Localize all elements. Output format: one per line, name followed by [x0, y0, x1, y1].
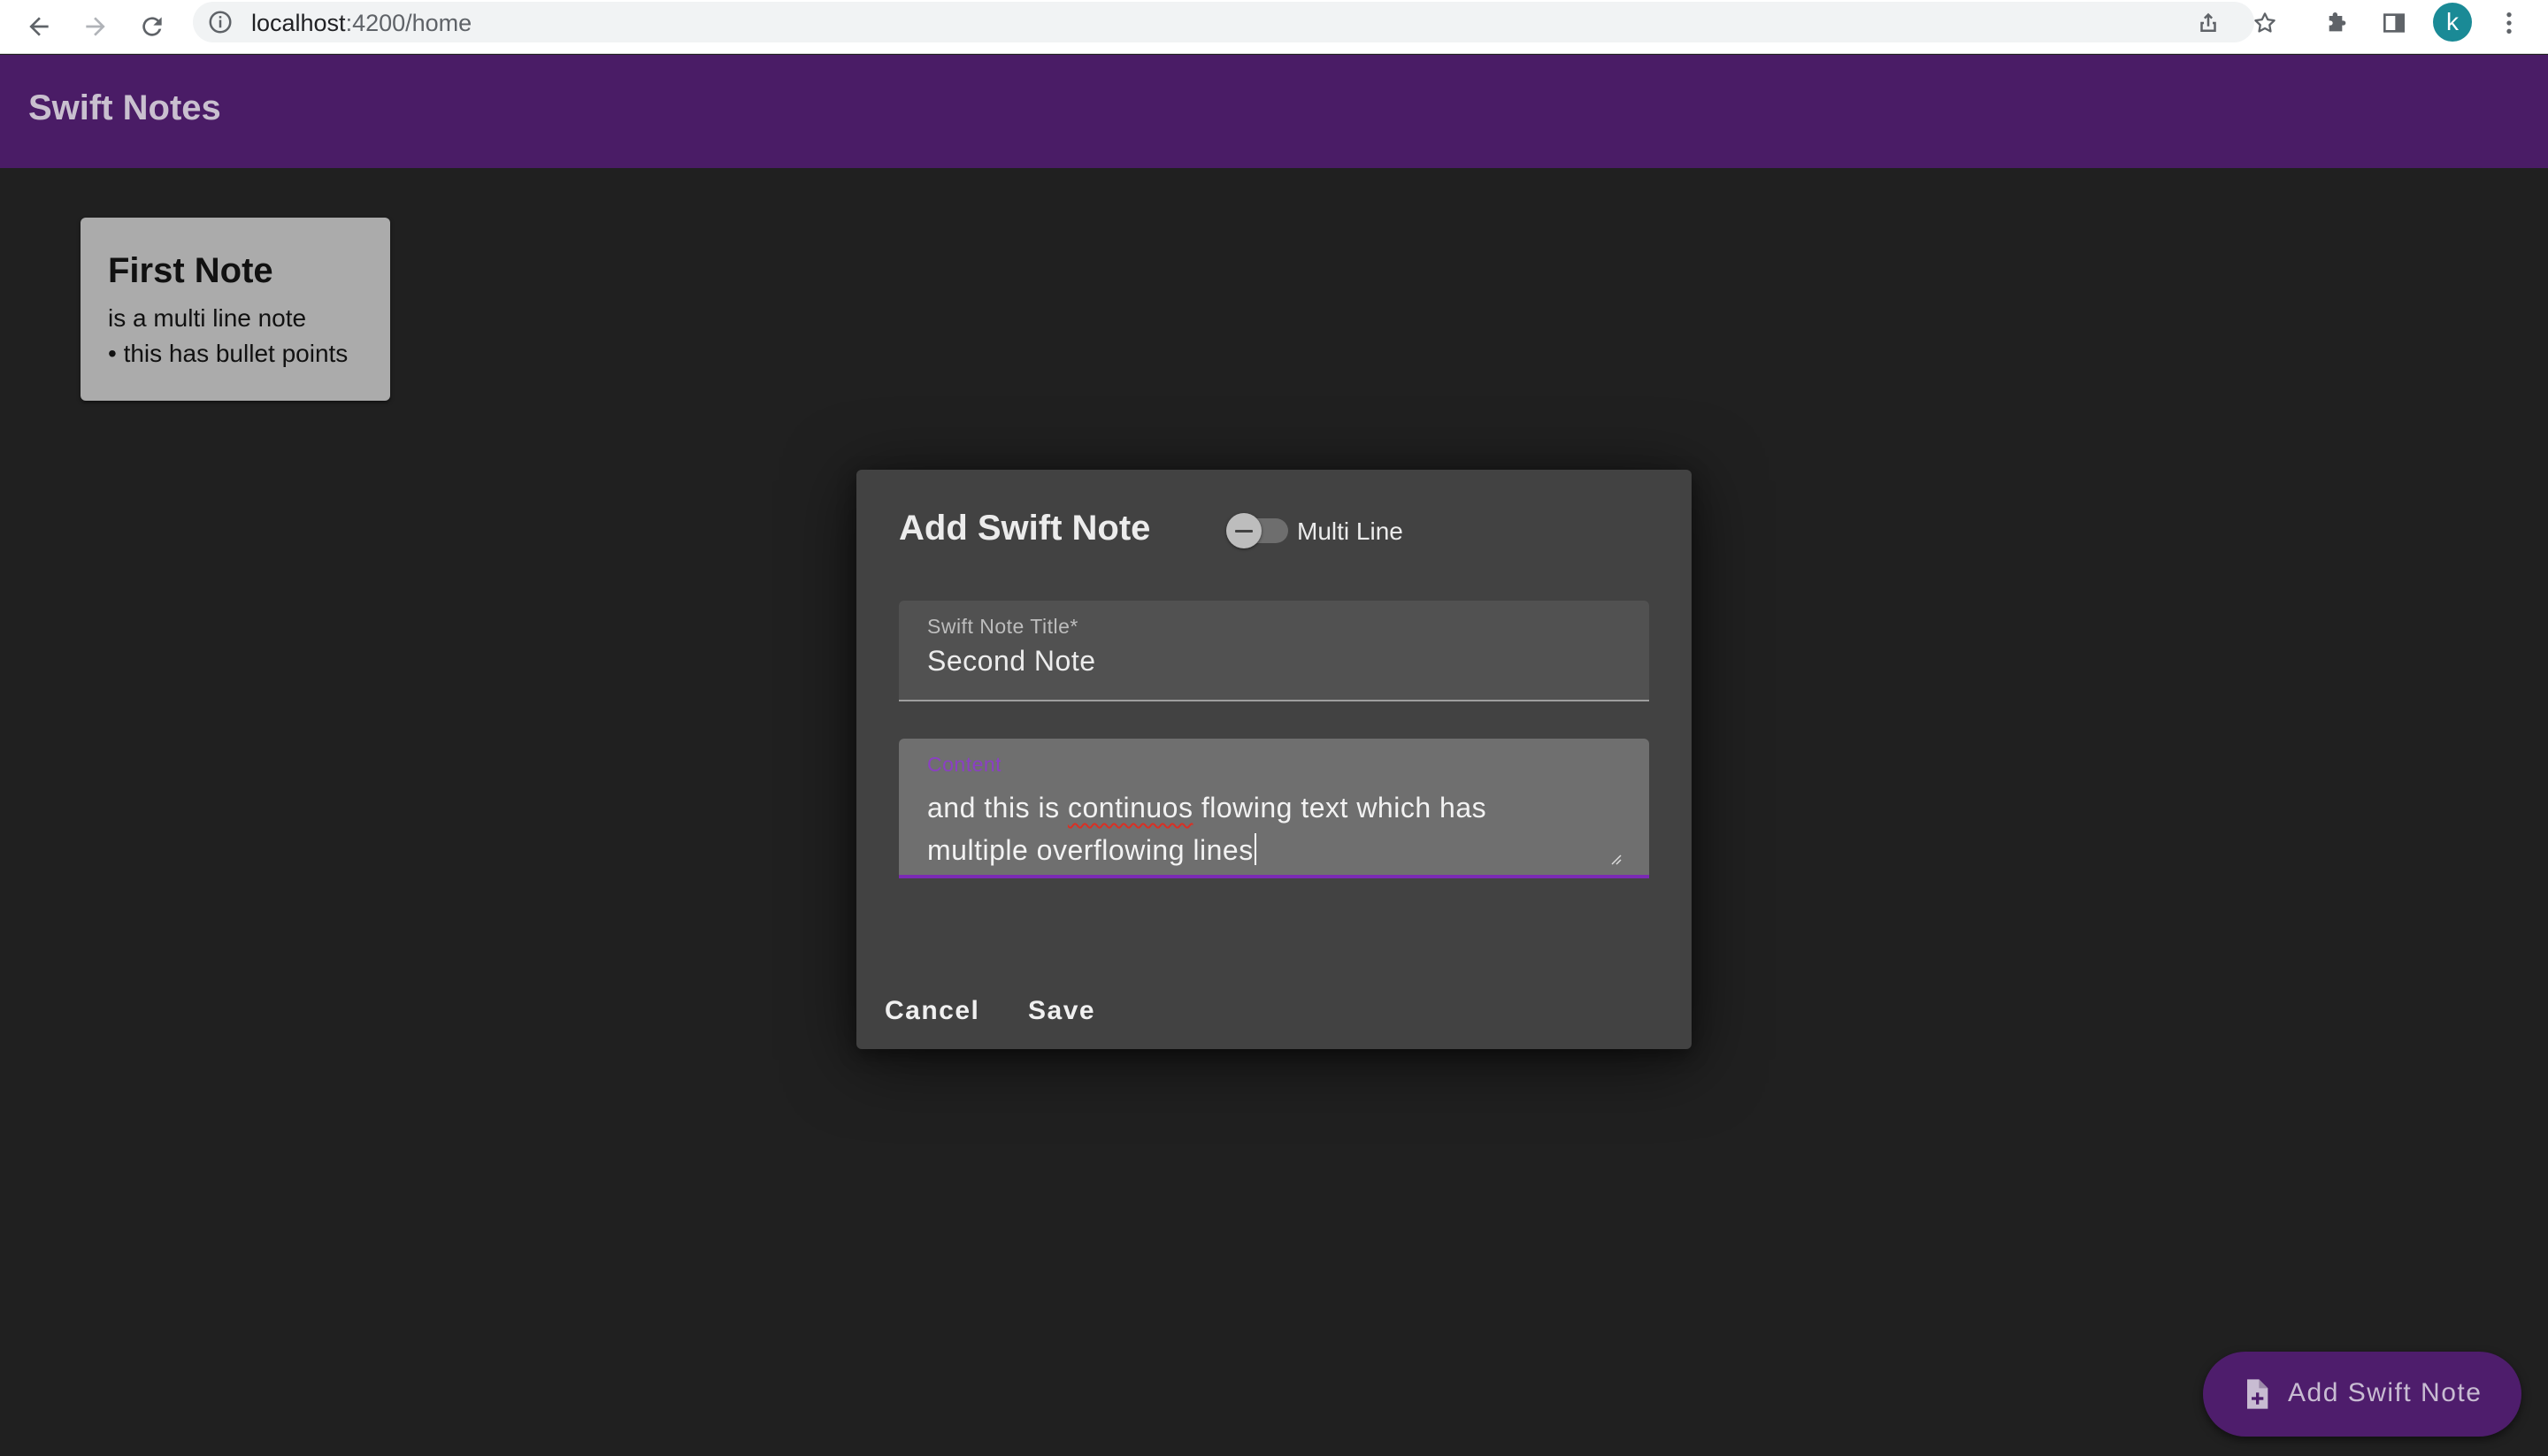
- note-content-label: Content: [927, 753, 1002, 776]
- side-panel-icon: [2383, 13, 2405, 33]
- share-icon: [2200, 12, 2216, 32]
- cancel-button[interactable]: Cancel: [871, 983, 994, 1039]
- resize-handle-icon[interactable]: [1608, 852, 1623, 866]
- note-line: • this has bullet points: [108, 340, 349, 367]
- bookmark-star-icon: [2254, 12, 2276, 33]
- site-info-icon[interactable]: [207, 9, 234, 35]
- reload-icon: [142, 17, 162, 36]
- multi-line-label[interactable]: Multi Line: [1297, 517, 1403, 546]
- dialog-title: Add Swift Note: [899, 509, 1151, 548]
- content-text: multiple overflowing lines: [927, 834, 1254, 866]
- content-text: and this is: [927, 792, 1068, 824]
- share-button[interactable]: [2191, 5, 2226, 41]
- back-arrow-icon: [29, 17, 49, 36]
- note-content-field[interactable]: Content and this is continuos flowing te…: [899, 739, 1649, 878]
- url-path: :4200/home: [345, 10, 472, 36]
- url-host: localhost: [251, 10, 346, 36]
- note-content-textarea[interactable]: and this is continuos flowing text which…: [927, 786, 1608, 871]
- back-button[interactable]: [18, 5, 60, 48]
- fab-label: Add Swift Note: [2288, 1378, 2483, 1407]
- extensions-button[interactable]: [2318, 4, 2357, 42]
- extensions-puzzle-icon: [2329, 12, 2346, 32]
- note-title-label: Swift Note Title*: [927, 615, 1078, 638]
- add-note-dialog: Add Swift Note Multi Line Swift Note Tit…: [856, 470, 1692, 1049]
- note-add-icon: [2247, 1379, 2268, 1409]
- note-card[interactable]: First Note is a multi line note • this h…: [81, 218, 390, 401]
- note-line: is a multi line note: [108, 304, 307, 332]
- browser-toolbar: localhost:4200/home k: [0, 0, 2548, 54]
- text-caret: [1254, 833, 1256, 865]
- save-button[interactable]: Save: [1014, 983, 1109, 1039]
- misspelled-word: continuos: [1067, 792, 1193, 824]
- multi-line-toggle[interactable]: [1226, 513, 1262, 548]
- address-bar[interactable]: localhost:4200/home: [193, 2, 2276, 42]
- side-panel-button[interactable]: [2375, 4, 2414, 42]
- forward-button[interactable]: [74, 5, 117, 48]
- reload-button[interactable]: [131, 5, 173, 48]
- content-text: flowing text which has: [1193, 792, 1487, 824]
- forward-arrow-icon: [86, 17, 105, 36]
- minus-icon: [1235, 529, 1253, 533]
- add-note-fab[interactable]: Add Swift Note: [2203, 1352, 2521, 1437]
- bookmark-button[interactable]: [2247, 5, 2283, 41]
- app-header: Swift Notes: [0, 55, 2548, 168]
- note-title: First Note: [108, 251, 273, 290]
- kebab-menu-icon: [2506, 12, 2512, 34]
- note-title-field[interactable]: Swift Note Title* Second Note: [899, 601, 1649, 701]
- url-text: localhost:4200/home: [251, 10, 472, 37]
- app-title: Swift Notes: [28, 88, 221, 127]
- browser-menu-button[interactable]: [2490, 4, 2529, 42]
- note-title-input[interactable]: Second Note: [927, 645, 1096, 678]
- profile-avatar[interactable]: k: [2433, 3, 2472, 42]
